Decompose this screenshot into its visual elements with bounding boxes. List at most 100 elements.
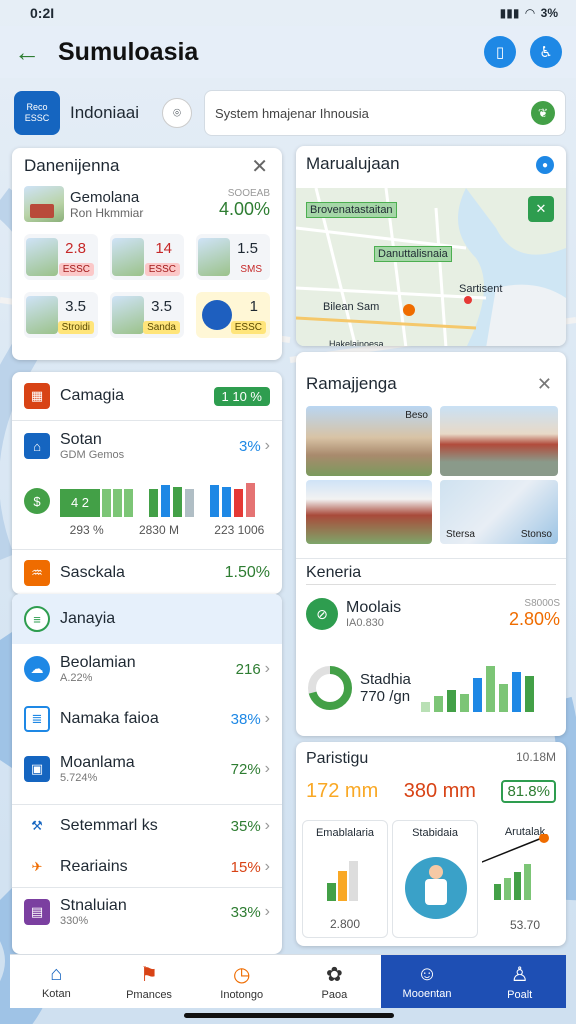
sasckala-row[interactable]: ♒ Sasckala 1.50%: [12, 550, 282, 594]
wifi-icon: ◠: [525, 6, 535, 20]
runner-icon: ⚒: [31, 818, 43, 833]
chart-icon: ♒: [24, 560, 50, 586]
tile-number: 3.5: [151, 298, 172, 315]
list-item[interactable]: ⚒ Setemmarl ks 35% ›: [12, 805, 282, 847]
row-sub: GDM Gemos: [60, 449, 125, 461]
location-row: Reco ESSC Indoniaai ⌾ System hmajenar Ih…: [14, 88, 566, 138]
document-icon: ≣: [24, 706, 50, 732]
page-title: Sumuloasia: [58, 37, 199, 66]
green-bars: [420, 664, 534, 712]
status-bar: 0:2I ▮▮▮ ◠ 3%: [0, 0, 576, 26]
tile-image: [26, 238, 58, 276]
list-header[interactable]: ≡ Janayia: [12, 594, 282, 644]
row-label: Sasckala: [60, 564, 125, 581]
home-icon: ⌂: [50, 963, 63, 985]
search-placeholder: System hmajenar Ihnousia: [215, 105, 369, 121]
overview-card: Danenijenna ✕ Gemolana Ron Hkmmiar SOOEA…: [12, 148, 282, 360]
accessibility-icon[interactable]: ♿: [530, 36, 562, 68]
signal-icon: ▮▮▮: [499, 6, 520, 20]
nav-flower[interactable]: ✿ Paoa: [288, 955, 381, 1008]
tile-number: 3.5: [65, 298, 86, 315]
camagia-row[interactable]: ▦ Camagia 1 10 %: [12, 372, 282, 420]
nav-clock[interactable]: ◷ Inotongo: [195, 955, 288, 1008]
mini-map[interactable]: Brovenatastaitan Danuttalisnaia Sartisen…: [296, 187, 566, 346]
cloud-icon: ☁: [24, 656, 50, 682]
gallery-icon: ▤: [24, 899, 50, 925]
expand-icon[interactable]: ✕: [528, 196, 554, 222]
chevron-right-icon: ›: [264, 903, 270, 920]
status-icons: ▮▮▮ ◠ 3%: [500, 6, 558, 20]
church-photo[interactable]: [440, 406, 558, 476]
tile[interactable]: 14 ESSC: [110, 234, 184, 280]
bottom-nav: ⌂ Kotan ⚑ Pmances ◷ Inotongo ✿ Paoa ☺ Mooenta…: [10, 954, 567, 1008]
tile[interactable]: 1.5 SMS: [196, 234, 270, 280]
battery-text: 3%: [540, 6, 558, 20]
no-smoking-icon: ⊘: [306, 598, 338, 630]
close-icon[interactable]: ✕: [537, 374, 552, 395]
home-indicator: [184, 1013, 394, 1018]
bar-value: 4 2: [60, 489, 100, 517]
tile-number: 2.8: [65, 240, 86, 257]
tablet-icon[interactable]: ▯: [484, 36, 516, 68]
nav-chat[interactable]: ☺ Mooentan: [380, 955, 474, 1008]
flag-icon: ⚑: [140, 964, 158, 986]
pin-icon[interactable]: ⌾: [162, 98, 192, 128]
nav-home[interactable]: ⌂ Kotan: [10, 955, 103, 1008]
location-dot-icon[interactable]: ●: [536, 156, 554, 174]
feature-value: 4.00%: [218, 199, 270, 219]
flower-icon: ✿: [325, 964, 343, 986]
chevron-right-icon: ›: [264, 817, 270, 834]
photo-card: Ramajjenga ✕ Beso Stersa Stonso Keneria …: [296, 352, 566, 736]
map-photo[interactable]: Stersa Stonso: [440, 480, 558, 544]
chevron-right-icon: ›: [264, 710, 270, 727]
list-item[interactable]: ▤ Stnaluian 330% 33% ›: [12, 888, 282, 936]
houses-photo[interactable]: [306, 480, 432, 544]
card-title: Paristigu: [306, 750, 369, 767]
map-card-title: Marualujaan: [306, 154, 400, 173]
nav-profile[interactable]: ♙ Poalt: [473, 955, 567, 1008]
list-item[interactable]: ☁ Beolamian A.22% 216 ›: [12, 644, 282, 694]
bar-chart-a: 4 2: [60, 489, 133, 517]
close-icon[interactable]: ✕: [251, 154, 268, 179]
region-logo[interactable]: Reco ESSC: [14, 91, 60, 135]
search-input[interactable]: System hmajenar Ihnousia ❦: [204, 90, 566, 136]
tile-image: [26, 296, 58, 334]
tile[interactable]: 3.5 Sanda: [110, 292, 184, 338]
tile-image: [198, 238, 230, 276]
dollar-icon: $: [24, 488, 50, 514]
nav-flag[interactable]: ⚑ Pmances: [103, 955, 196, 1008]
row-label: Camagia: [60, 387, 125, 404]
chat-icon: ☺: [416, 963, 438, 985]
paristigu-card: Paristigu 10.18M 172 mm 380 mm 81.8% Ema…: [296, 742, 566, 946]
map-label: Bilean Sam: [323, 301, 380, 313]
feature-row[interactable]: Gemolana Ron Hkmmiar SOOEAB 4.00%: [24, 186, 270, 222]
menu-icon: ≡: [24, 606, 50, 632]
mini-card[interactable]: Arutalak 53.70: [482, 820, 566, 938]
tile[interactable]: 2.8 ESSC: [24, 234, 98, 280]
location-name: Indoniaai: [70, 103, 140, 122]
back-arrow-icon[interactable]: ←: [14, 37, 50, 68]
map-label: Brovenatastaitan: [306, 202, 397, 218]
feature-thumbnail: [24, 186, 64, 222]
sotan-row[interactable]: ⌂ Sotan GDM Gemos 3% ›: [12, 421, 282, 471]
mini-card[interactable]: Stabidaia: [392, 820, 478, 938]
list-item[interactable]: ▣ Moanlama 5.724% 72% ›: [12, 744, 282, 794]
status-time: 0:2I: [30, 5, 55, 21]
feature-sub: Ron Hkmmiar: [70, 205, 144, 220]
mini-card[interactable]: Emablalaria 2.800: [302, 820, 388, 938]
person-icon: ♙: [510, 964, 529, 986]
map-label: Sartisent: [459, 283, 503, 295]
feature-name: Gemolana: [70, 188, 140, 206]
chevron-right-icon: ›: [264, 660, 270, 677]
tile[interactable]: 1 ESSC: [196, 292, 270, 338]
list-item[interactable]: ≣ Namaka faioa 38% ›: [12, 694, 282, 744]
chevron-right-icon: ›: [264, 760, 270, 777]
tile[interactable]: 3.5 Stroidi: [24, 292, 98, 338]
kat-row[interactable]: ⊘ Moolais IA0.830 S8000S 2.80%: [306, 598, 560, 630]
street-photo[interactable]: Beso: [306, 406, 432, 476]
leaf-icon[interactable]: ❦: [531, 101, 555, 125]
globe-icon: [202, 300, 232, 330]
list-item[interactable]: ✈ Reariains 15% ›: [12, 847, 282, 887]
person-illustration: [405, 857, 467, 919]
tile-tag: ESSC: [230, 321, 266, 334]
